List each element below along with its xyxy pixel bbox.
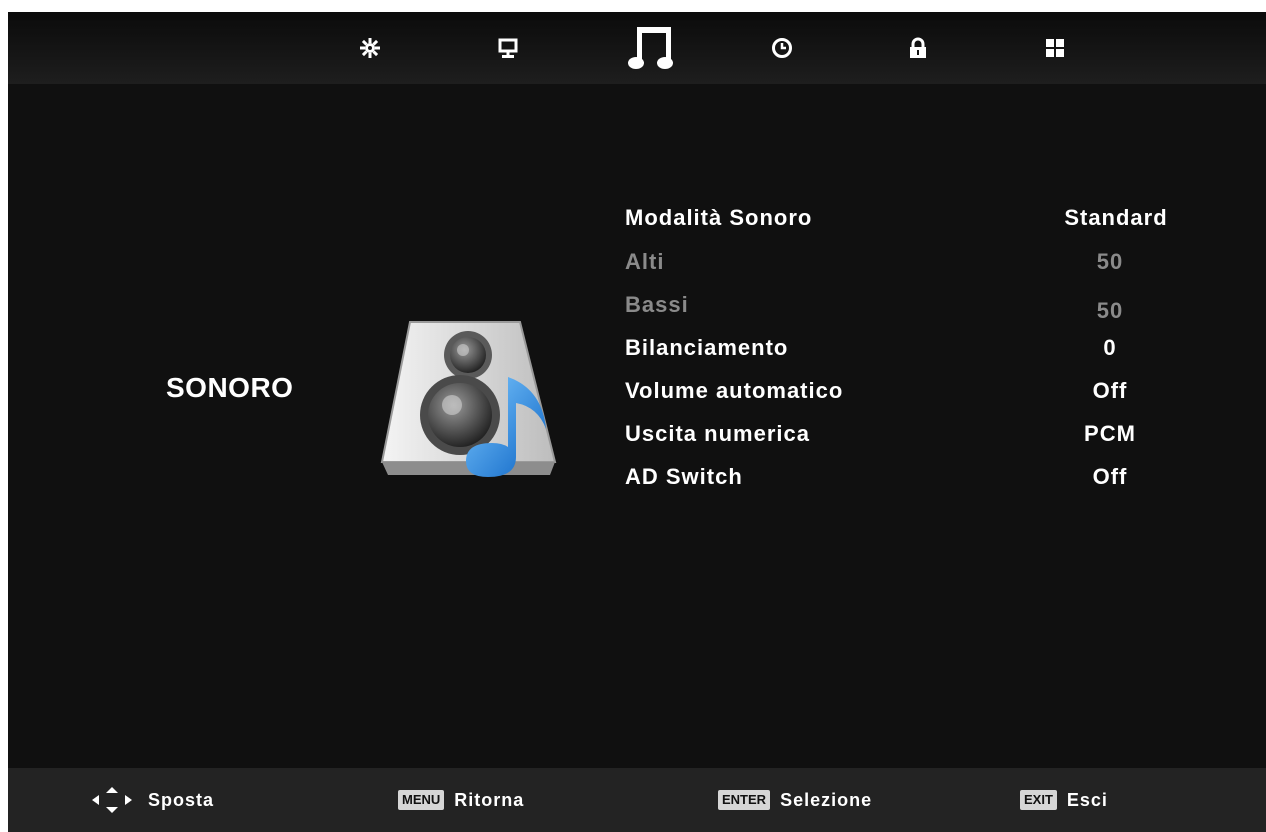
tab-lock[interactable]: [896, 12, 940, 84]
menu-key: MENU: [398, 790, 445, 810]
hint-exit-label: Esci: [1066, 789, 1108, 810]
grid-icon: [1046, 39, 1064, 57]
hint-exit: EXIT Esci: [1020, 768, 1108, 832]
menu-value-treble: 50: [1096, 249, 1124, 274]
speaker-music-icon: [380, 321, 557, 477]
menu-value-bass: 50: [1096, 298, 1124, 323]
hint-return-label: Ritorna: [454, 789, 525, 810]
tab-picture-settings[interactable]: [348, 12, 392, 84]
menu-value-auto-volume[interactable]: Off: [1030, 378, 1190, 404]
menu-tab-bar: [8, 12, 1266, 84]
tab-options[interactable]: [1033, 12, 1077, 84]
menu-item-ad-switch[interactable]: AD Switch: [625, 464, 743, 490]
music-note-icon: [628, 27, 673, 69]
tab-time[interactable]: [760, 12, 804, 84]
arrow-keys-icon: [92, 787, 132, 813]
exit-key: EXIT: [1020, 790, 1057, 810]
lock-icon: [910, 37, 926, 58]
section-title: SONORO: [166, 372, 294, 403]
hint-move-label: Sposta: [148, 789, 215, 810]
menu-item-treble: Alti: [625, 249, 665, 274]
hint-move: Sposta: [90, 768, 214, 832]
menu-item-bass: Bassi: [625, 292, 689, 317]
help-bar: Sposta MENU Ritorna ENTER Selezione EXIT…: [8, 768, 1266, 832]
monitor-icon: [498, 38, 518, 58]
hint-return: MENU Ritorna: [398, 768, 524, 832]
picture-settings-icon: [360, 38, 380, 58]
tv-menu-screen: SONORO Modalità Sonoro Standard Alti 50 …: [8, 12, 1266, 832]
tab-screen[interactable]: [486, 12, 530, 84]
clock-icon: [772, 38, 792, 58]
menu-item-sound-mode[interactable]: Modalità Sonoro: [625, 205, 812, 231]
menu-item-balance[interactable]: Bilanciamento: [625, 335, 788, 361]
hint-select-label: Selezione: [780, 789, 873, 810]
enter-key: ENTER: [718, 790, 771, 810]
menu-item-digital-output[interactable]: Uscita numerica: [625, 421, 810, 447]
menu-value-balance[interactable]: 0: [1030, 335, 1190, 361]
hint-select: ENTER Selezione: [718, 768, 872, 832]
tab-sound[interactable]: [622, 12, 682, 84]
menu-value-ad-switch[interactable]: Off: [1030, 464, 1190, 490]
menu-value-sound-mode[interactable]: Standard: [1036, 205, 1196, 231]
menu-value-digital-output[interactable]: PCM: [1030, 421, 1190, 447]
menu-item-auto-volume[interactable]: Volume automatico: [625, 378, 843, 404]
